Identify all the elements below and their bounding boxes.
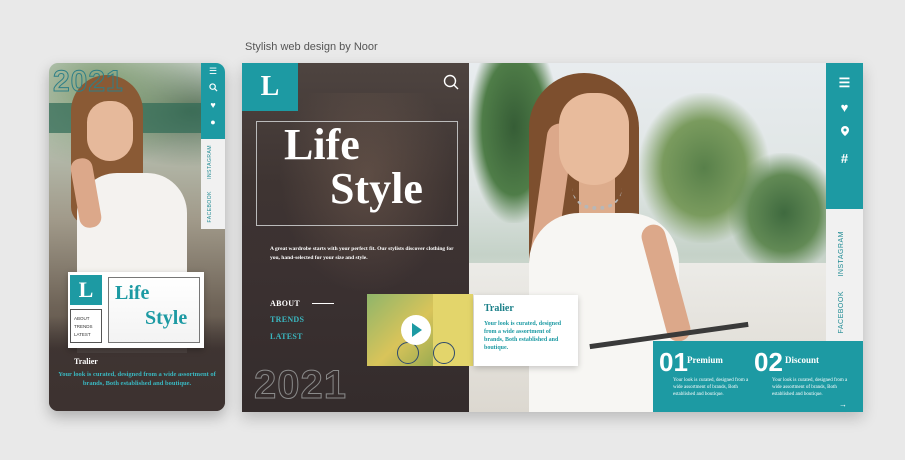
arrow-right-icon[interactable]: →	[839, 400, 847, 409]
location-icon[interactable]: ●	[201, 117, 225, 127]
menu-icon[interactable]: ☰	[826, 75, 863, 91]
logo[interactable]: L	[70, 275, 102, 305]
instagram-link[interactable]: INSTAGRAM	[207, 145, 219, 179]
tralier-heading: Tralier	[74, 357, 98, 366]
instagram-link[interactable]: INSTAGRAM	[838, 231, 850, 277]
logo[interactable]: L	[242, 63, 298, 111]
menu-item-trends[interactable]: TRENDS	[74, 323, 98, 331]
title-line-1: Life	[115, 282, 150, 304]
mobile-title-card: L ABOUT TRENDS LATEST Life Style	[68, 272, 204, 348]
tralier-text: Your look is curated, designed from a wi…	[58, 371, 216, 387]
title-line-2: Style	[145, 307, 188, 329]
page-caption: Stylish web design by Noor	[245, 41, 378, 53]
intro-text: A great wardrobe starts with your perfec…	[270, 246, 454, 261]
active-nav-indicator	[312, 303, 334, 304]
play-icon[interactable]	[401, 315, 431, 345]
nav-latest[interactable]: LATEST	[270, 332, 303, 341]
tralier-text: Your look is curated, designed from a wi…	[484, 321, 562, 351]
heart-icon[interactable]: ♥	[826, 100, 863, 115]
year-outline-text: 2021	[254, 363, 347, 408]
facebook-link[interactable]: FACEBOOK	[207, 191, 219, 223]
tralier-card: Tralier Your look is curated, designed f…	[474, 295, 578, 366]
nav-about[interactable]: ABOUT	[270, 299, 300, 308]
promo-number: 01	[659, 347, 688, 377]
facebook-link[interactable]: FACEBOOK	[838, 291, 850, 334]
bicycle-wheel	[397, 342, 419, 364]
promo-title: Discount	[785, 355, 820, 365]
search-icon[interactable]	[201, 83, 225, 94]
hashtag-icon[interactable]: #	[826, 151, 863, 166]
mobile-mockup: 2021 ☰ ♥ ● INSTAGRAM FACEBOOK L ABOUT TR…	[49, 63, 225, 411]
model-face	[559, 93, 629, 185]
menu-icon[interactable]: ☰	[201, 66, 225, 77]
promo-text: Your look is curated, designed from a wi…	[673, 378, 749, 397]
mobile-side-bar: ☰ ♥ ● INSTAGRAM FACEBOOK	[201, 63, 225, 229]
bicycle-wheel	[433, 342, 455, 364]
year-outline-text: 2021	[53, 65, 124, 99]
title-line-2: Style	[330, 164, 423, 213]
promo-number: 02	[754, 347, 783, 377]
menu-item-about[interactable]: ABOUT	[74, 315, 98, 323]
model-face	[87, 101, 133, 161]
palm-tree	[729, 153, 839, 273]
search-icon[interactable]	[442, 73, 460, 91]
mobile-menu: ABOUT TRENDS LATEST	[70, 309, 102, 343]
promo-text: Your look is curated, designed from a wi…	[772, 378, 848, 397]
menu-item-latest[interactable]: LATEST	[74, 331, 98, 339]
location-icon[interactable]	[826, 125, 863, 140]
video-thumbnail[interactable]	[367, 294, 473, 366]
tralier-heading: Tralier	[484, 303, 514, 314]
heart-icon[interactable]: ♥	[201, 100, 225, 110]
promo-title: Premium	[687, 355, 723, 365]
nav-trends[interactable]: TRENDS	[270, 315, 304, 324]
promo-strip: 01 Premium Your look is curated, designe…	[653, 341, 863, 412]
desktop-mockup: L Life Style A great wardrobe starts wit…	[242, 63, 863, 412]
